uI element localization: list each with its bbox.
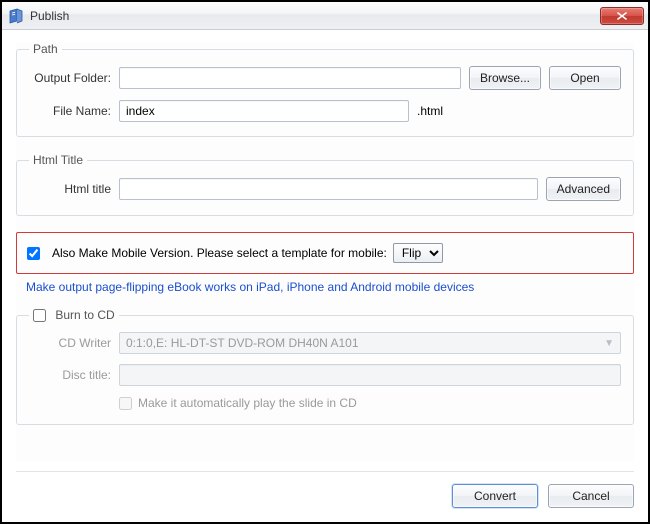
window-title: Publish: [30, 9, 600, 23]
autoplay-checkbox: [119, 397, 132, 410]
mobile-template-select[interactable]: Flip: [393, 243, 443, 263]
burn-cd-legend-text: Burn to CD: [55, 308, 114, 322]
autoplay-label: Make it automatically play the slide in …: [138, 396, 357, 410]
file-name-input[interactable]: [119, 100, 409, 122]
mobile-hint: Make output page-flipping eBook works on…: [16, 280, 634, 308]
file-name-label: File Name:: [29, 104, 119, 118]
path-legend: Path: [29, 42, 62, 56]
html-title-group: Html Title Html title Advanced: [16, 153, 634, 216]
cd-writer-label: CD Writer: [29, 336, 119, 350]
file-ext-label: .html: [409, 104, 443, 118]
disc-title-input: [119, 364, 621, 386]
html-title-legend: Html Title: [29, 153, 87, 167]
cd-writer-select: 0:1:0,E: HL-DT-ST DVD-ROM DH40N A101 ▼: [119, 332, 621, 354]
path-group: Path Output Folder: Browse... Open File …: [16, 42, 634, 137]
chevron-down-icon: ▼: [604, 338, 614, 349]
app-icon: [8, 8, 24, 24]
cd-writer-value: 0:1:0,E: HL-DT-ST DVD-ROM DH40N A101: [126, 336, 359, 350]
mobile-version-row: Also Make Mobile Version. Please select …: [16, 232, 634, 274]
burn-cd-group: Burn to CD CD Writer 0:1:0,E: HL-DT-ST D…: [16, 308, 634, 425]
disc-title-label: Disc title:: [29, 368, 119, 382]
close-button[interactable]: [600, 7, 644, 25]
mobile-version-checkbox[interactable]: [27, 247, 40, 260]
titlebar: Publish: [2, 2, 648, 30]
dialog-body: Path Output Folder: Browse... Open File …: [16, 42, 634, 462]
burn-cd-legend: Burn to CD: [29, 308, 119, 322]
html-title-label: Html title: [29, 182, 119, 196]
html-title-input[interactable]: [119, 178, 538, 200]
close-icon: [617, 12, 627, 20]
convert-button[interactable]: Convert: [452, 484, 538, 508]
mobile-version-label: Also Make Mobile Version. Please select …: [52, 246, 387, 260]
cancel-button[interactable]: Cancel: [548, 484, 634, 508]
output-folder-label: Output Folder:: [29, 71, 119, 85]
dialog-footer: Convert Cancel: [16, 471, 634, 508]
open-button[interactable]: Open: [549, 66, 621, 90]
browse-button[interactable]: Browse...: [469, 66, 541, 90]
output-folder-input[interactable]: [119, 67, 461, 89]
burn-cd-checkbox[interactable]: [33, 309, 46, 322]
advanced-button[interactable]: Advanced: [546, 177, 621, 201]
